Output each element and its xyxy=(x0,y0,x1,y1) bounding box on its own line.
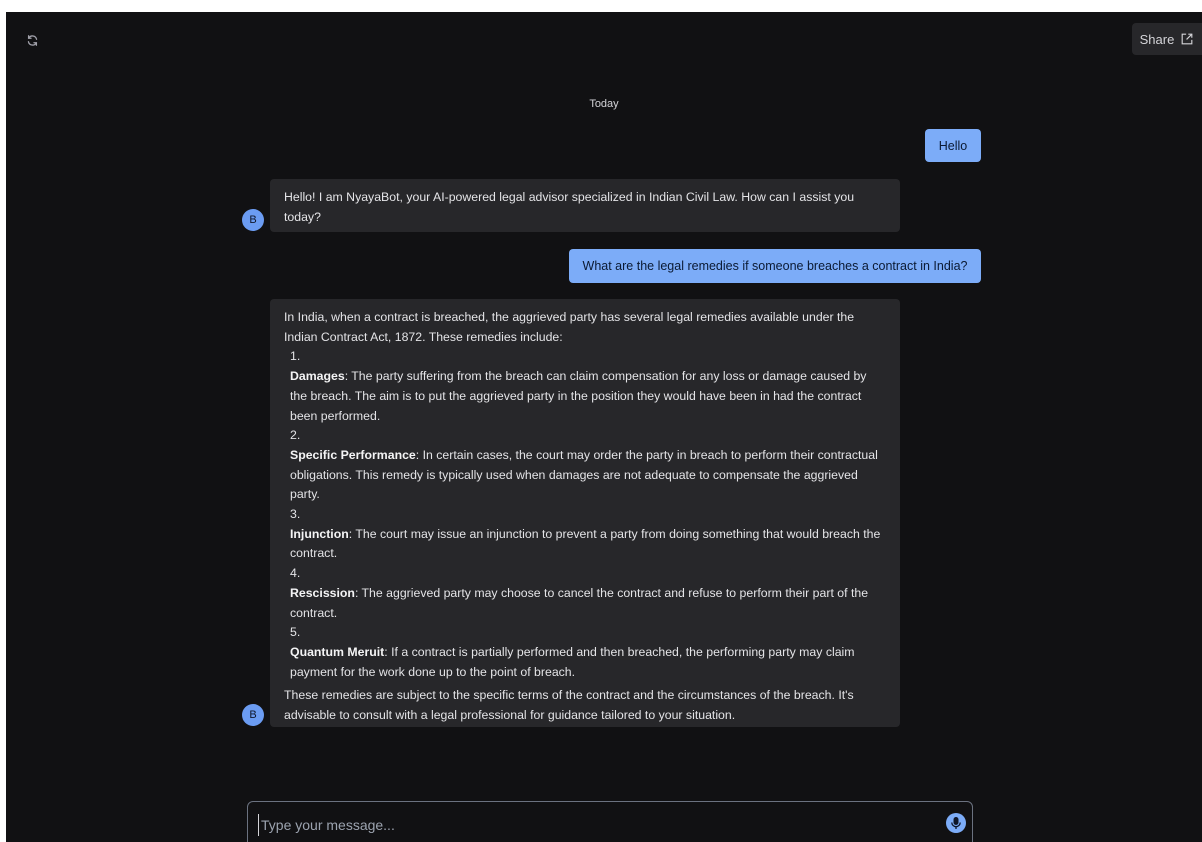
list-text: Quantum Meruit: If a contract is partial… xyxy=(284,643,886,682)
list-description: : The aggrieved party may choose to canc… xyxy=(290,585,869,620)
bot-avatar: B xyxy=(242,209,264,231)
message-text: What are the legal remedies if someone b… xyxy=(582,259,968,273)
list-text: Rescission: The aggrieved party may choo… xyxy=(284,584,886,623)
list-text: Specific Performance: In certain cases, … xyxy=(284,446,886,505)
bot-avatar: B xyxy=(242,704,264,726)
message-input[interactable] xyxy=(258,814,933,836)
message-composer xyxy=(247,801,973,842)
list-text: Injunction: The court may issue an injun… xyxy=(284,525,886,564)
message-closing: These remedies are subject to the specif… xyxy=(284,688,854,723)
list-item: 2. Specific Performance: In certain case… xyxy=(284,426,886,505)
microphone-button[interactable] xyxy=(946,813,966,833)
list-item: 3. Injunction: The court may issue an in… xyxy=(284,505,886,564)
message-text: Hello xyxy=(938,138,968,153)
message-intro: In India, when a contract is breached, t… xyxy=(284,310,855,344)
list-title: Injunction xyxy=(290,526,349,541)
list-number: 2. xyxy=(290,428,301,443)
list-title: Quantum Meruit xyxy=(290,644,385,659)
message-text: Hello! I am NyayaBot, your AI-powered le… xyxy=(284,190,855,224)
list-item: 1. Damages: The party suffering from the… xyxy=(284,347,886,426)
list-number: 3. xyxy=(290,507,301,522)
list-item: 4. Rescission: The aggrieved party may c… xyxy=(284,564,886,623)
microphone-icon xyxy=(951,817,961,829)
user-message-bubble: What are the legal remedies if someone b… xyxy=(569,249,981,283)
list-number: 1. xyxy=(290,349,301,364)
list-description: : The court may issue an injunction to p… xyxy=(290,526,881,561)
list-number: 5. xyxy=(290,625,301,640)
bot-message-bubble: Hello! I am NyayaBot, your AI-powered le… xyxy=(270,179,900,232)
user-message-bubble: Hello xyxy=(925,129,981,162)
list-title: Damages xyxy=(290,369,345,384)
bot-message-bubble: In India, when a contract is breached, t… xyxy=(270,299,900,727)
refresh-icon xyxy=(27,34,37,46)
list-description: : The party suffering from the breach ca… xyxy=(290,369,867,423)
date-separator: Today xyxy=(589,98,619,110)
chat-app: Share Today Hello Hello! I am NyayaBot, … xyxy=(6,12,1202,842)
list-title: Rescission xyxy=(290,585,355,600)
list-number: 4. xyxy=(290,566,301,581)
list-title: Specific Performance xyxy=(290,447,416,462)
list-text: Damages: The party suffering from the br… xyxy=(284,367,886,426)
share-button[interactable]: Share xyxy=(1132,23,1202,55)
share-label: Share xyxy=(1139,31,1175,47)
list-item: 5. Quantum Meruit: If a contract is part… xyxy=(284,623,886,682)
external-link-icon xyxy=(1181,33,1193,45)
refresh-button[interactable] xyxy=(24,32,40,48)
